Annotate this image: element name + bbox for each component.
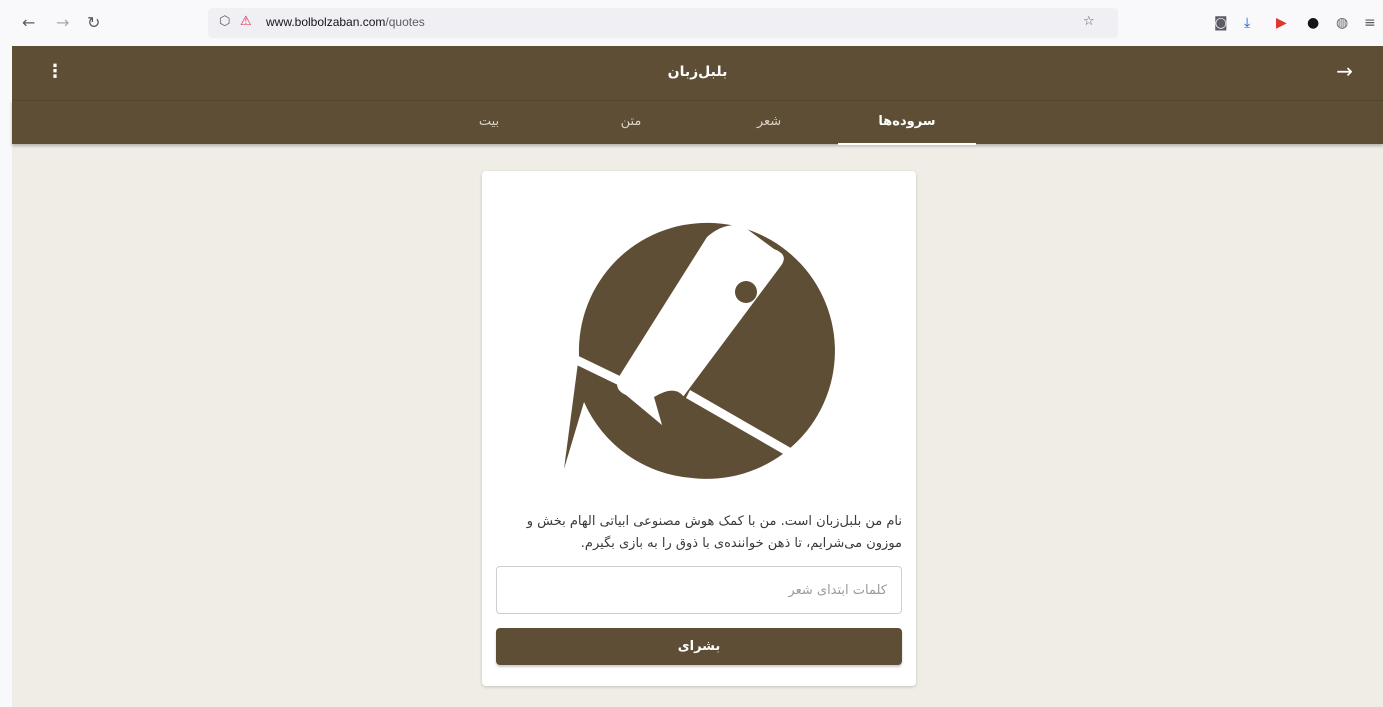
- tab-verse[interactable]: بیت: [420, 101, 558, 145]
- tab-poem[interactable]: شعر: [700, 101, 838, 145]
- bird-logo-icon: [562, 222, 836, 479]
- url-bar[interactable]: ⬡ ⚠ www.bolbolzaban.com/quotes ☆: [208, 8, 1118, 38]
- url-text[interactable]: www.bolbolzaban.com/quotes: [266, 15, 425, 29]
- back-icon[interactable]: ←: [22, 15, 35, 31]
- download-icon[interactable]: ⤓: [1244, 15, 1250, 31]
- lock-icon[interactable]: ⚠: [240, 15, 252, 29]
- app-bar: ⋮ بلبل‌زبان →: [12, 46, 1383, 100]
- app-title: بلبل‌زبان: [667, 64, 728, 80]
- main-card: نام من بلبل‌زبان است. من با کمک هوش مصنو…: [482, 171, 916, 686]
- reload-icon[interactable]: ↻: [87, 15, 100, 31]
- menu-icon[interactable]: ≡: [1364, 15, 1376, 31]
- extension-icon[interactable]: ●: [1307, 15, 1319, 31]
- tab-bar: سروده‌ها شعر متن بیت: [12, 100, 1383, 145]
- shield-icon[interactable]: ⬡: [219, 15, 230, 29]
- url-path: /quotes: [385, 15, 425, 29]
- app-container: ⋮ بلبل‌زبان → سروده‌ها شعر متن بیت نام م…: [12, 46, 1383, 707]
- tab-poems[interactable]: سروده‌ها: [838, 101, 976, 145]
- poem-start-field[interactable]: [496, 566, 902, 614]
- star-icon[interactable]: ☆: [1083, 15, 1095, 29]
- forward-icon[interactable]: →: [56, 15, 69, 31]
- browser-toolbar: ← → ↻ ⬡ ⚠ www.bolbolzaban.com/quotes ☆ ◙…: [0, 0, 1383, 46]
- pocket-icon[interactable]: ◙: [1214, 15, 1228, 31]
- poem-start-input[interactable]: [497, 567, 901, 613]
- intro-text: نام من بلبل‌زبان است. من با کمک هوش مصنو…: [526, 514, 902, 551]
- globe-icon[interactable]: ◍: [1336, 15, 1348, 31]
- compose-button[interactable]: بشرای: [496, 628, 902, 665]
- url-host: www.bolbolzaban.com: [266, 15, 386, 29]
- forward-arrow-icon[interactable]: →: [1336, 60, 1353, 82]
- extension-icon[interactable]: ▶: [1276, 15, 1287, 31]
- tab-text[interactable]: متن: [562, 101, 700, 145]
